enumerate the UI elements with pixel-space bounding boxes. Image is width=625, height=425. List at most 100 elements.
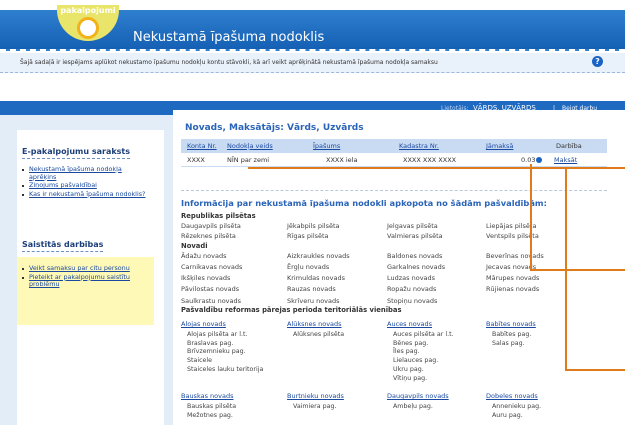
county-item: Carnikavas novads bbox=[181, 263, 243, 271]
county-item: Rūjienas novads bbox=[486, 285, 540, 293]
reform-county-link[interactable]: Auces novads bbox=[387, 320, 432, 328]
municipality-title: Informācija par nekustamā īpašuma nodokl… bbox=[181, 198, 547, 208]
reform-county-items: Auces pilsēta ar l.t. Bēnes pag. Īles pa… bbox=[393, 331, 454, 383]
action-report-problem[interactable]: Pieteikt ar pakalpojumu saistītu problēm… bbox=[22, 273, 147, 289]
pay-link[interactable]: Maksāt bbox=[554, 156, 577, 164]
reform-subitem: Staiceles lauku teritorija bbox=[187, 365, 264, 373]
sidebar-item-report[interactable]: Ziņojums pašvaldībai bbox=[22, 182, 147, 190]
reform-county-link[interactable]: Dobeles novads bbox=[486, 392, 538, 400]
city-item: Rēzeknes pilsēta bbox=[181, 232, 236, 240]
callout-line-pay bbox=[565, 369, 625, 371]
city-item: Jēkabpils pilsēta bbox=[287, 222, 340, 230]
reform-subitem: Alūksnes pilsēta bbox=[293, 331, 345, 338]
reform-county-items: Annenieku pag. Auru pag. bbox=[492, 403, 541, 420]
reform-subitem: Lielauces pag. bbox=[393, 357, 439, 365]
cell-account: XXXX bbox=[187, 156, 205, 164]
reform-subitem: Braslavas pag. bbox=[187, 339, 234, 347]
column-header-due[interactable]: Jāmaksā bbox=[486, 142, 513, 150]
sidebar-service-list: Nekustamā īpašuma nodokļa aprēķins Ziņoj… bbox=[22, 165, 147, 199]
reform-county-link[interactable]: Burtnieku novads bbox=[287, 392, 344, 400]
reform-subitem: Auru pag. bbox=[492, 411, 523, 419]
reform-county-link[interactable]: Alojas novads bbox=[181, 320, 226, 328]
reform-subitem: Vītiņu pag. bbox=[393, 374, 428, 382]
callout-line-pay-vertical bbox=[565, 168, 567, 371]
reform-subitem: Staicele bbox=[187, 357, 213, 365]
reform-county-items: Alūksnes pilsēta bbox=[293, 331, 344, 340]
county-item: Aizkraukles novads bbox=[287, 252, 350, 260]
city-item: Rīgas pilsēta bbox=[287, 232, 329, 240]
reform-county-link[interactable]: Alūksnes novads bbox=[287, 320, 342, 328]
county-item: Saulkrastu novads bbox=[181, 297, 242, 305]
page-title: Nekustamā īpašuma nodoklis bbox=[133, 30, 325, 45]
cell-property: XXXX iela bbox=[326, 156, 358, 164]
action-pay-for-other[interactable]: Veikt samaksu par citu personu bbox=[22, 264, 147, 273]
actions-title: Saistītās darbības bbox=[22, 240, 104, 252]
callout-line-due-vertical bbox=[530, 164, 532, 271]
cell-cadastre: XXXX XXX XXXX bbox=[403, 156, 457, 164]
sidebar-item-about-tax[interactable]: Kas ir nekustamā īpašuma nodoklis? bbox=[22, 190, 147, 199]
county-item: Mārupes novads bbox=[486, 274, 540, 282]
reform-title: Pašvaldību reformas pārejas perioda teri… bbox=[181, 306, 402, 314]
county-item: Pāvilostas novads bbox=[181, 285, 240, 293]
cell-due: 0.03 bbox=[521, 156, 543, 164]
city-item: Daugavpils pilsēta bbox=[181, 222, 241, 230]
info-bar: Šajā sadaļā ir iespējams aplūkot nekusta… bbox=[0, 53, 625, 73]
reform-subitem: Brīvzemnieku pag. bbox=[187, 348, 246, 356]
city-item: Jelgavas pilsēta bbox=[387, 222, 438, 230]
info-text: Šajā sadaļā ir iespējams aplūkot nekusta… bbox=[20, 59, 438, 66]
county-item: Jecavas novads bbox=[486, 263, 537, 271]
table-header: Konta Nr. Nodokļa veids Īpašums Kadastra… bbox=[181, 139, 607, 153]
logo-icon bbox=[77, 17, 99, 39]
table-row: XXXX NĪN par zemi XXXX iela XXXX XXX XXX… bbox=[181, 153, 607, 167]
reform-subitem: Ambeļu pag. bbox=[393, 403, 433, 410]
reform-county-items: Babītes pag. Salas pag. bbox=[492, 331, 531, 348]
reform-subitem: Annenieku pag. bbox=[492, 403, 542, 410]
city-item: Valmieras pilsēta bbox=[387, 232, 443, 240]
reform-county-items: Vaimiera pag. bbox=[293, 403, 337, 412]
reform-county-items: Alojas pilsēta ar l.t. Braslavas pag. Br… bbox=[187, 331, 263, 375]
logo-text: pakalpojumi bbox=[60, 6, 116, 15]
reform-subitem: Īles pag. bbox=[393, 348, 420, 356]
sidebar-title: E-pakalpojumu saraksts bbox=[22, 147, 131, 159]
help-icon[interactable]: ? bbox=[592, 56, 603, 67]
county-item: Ludzas novads bbox=[387, 274, 436, 282]
city-item: Liepājas pilsēta bbox=[486, 222, 537, 230]
reform-subitem: Alojas pilsēta ar l.t. bbox=[187, 331, 248, 338]
county-item: Baldones novads bbox=[387, 252, 443, 260]
county-item: Garkalnes novads bbox=[387, 263, 446, 271]
reform-county-items: Bauskas pilsēta Mežotnes pag. bbox=[187, 403, 236, 420]
county-item: Ropažu novads bbox=[387, 285, 437, 293]
cell-tax-type: NĪN par zemi bbox=[227, 156, 270, 164]
reform-subitem: Mežotnes pag. bbox=[187, 411, 233, 419]
column-header-account[interactable]: Konta Nr. bbox=[187, 142, 217, 150]
county-item: Ērgļu novads bbox=[287, 263, 330, 271]
callout-line-due bbox=[530, 269, 625, 271]
due-amount: 0.03 bbox=[521, 156, 536, 164]
county-item: Ādažu novads bbox=[181, 252, 227, 260]
county-item: Krimuldas novads bbox=[287, 274, 345, 282]
reform-subitem: Ukru pag. bbox=[393, 365, 424, 373]
county-item: Ikšķiles novads bbox=[181, 274, 231, 282]
column-header-property[interactable]: Īpašums bbox=[313, 142, 340, 150]
county-item: Beverīnas novads bbox=[486, 252, 544, 260]
column-header-tax-type[interactable]: Nodokļa veids bbox=[227, 142, 273, 150]
reform-subitem: Babītes pag. bbox=[492, 331, 532, 338]
info-icon[interactable] bbox=[536, 157, 543, 163]
reform-subitem: Salas pag. bbox=[492, 339, 525, 347]
sidebar-item-calculation[interactable]: Nekustamā īpašuma nodokļa aprēķins bbox=[22, 165, 147, 181]
reform-subitem: Vaimiera pag. bbox=[293, 403, 337, 410]
county-item: Skrīveru novads bbox=[287, 297, 340, 305]
reform-county-link[interactable]: Daugavpils novads bbox=[387, 392, 449, 400]
reform-subitem: Auces pilsēta ar l.t. bbox=[393, 331, 454, 338]
reform-county-link[interactable]: Bauskas novads bbox=[181, 392, 233, 400]
actions-list: Veikt samaksu par citu personu Pieteikt … bbox=[22, 264, 147, 290]
payer-title: Novads, Maksātājs: Vārds, Uzvārds bbox=[185, 123, 364, 133]
reform-subitem: Bauskas pilsēta bbox=[187, 403, 237, 410]
callout-line-tax-type bbox=[248, 167, 625, 169]
column-header-action: Darbība bbox=[556, 142, 582, 150]
reform-county-items: Ambeļu pag. bbox=[393, 403, 433, 412]
counties-title: Novadi bbox=[181, 242, 208, 250]
reform-county-link[interactable]: Babītes novads bbox=[486, 320, 536, 328]
column-header-cadastre[interactable]: Kadastra Nr. bbox=[399, 142, 439, 150]
county-item: Rauzas novads bbox=[287, 285, 336, 293]
